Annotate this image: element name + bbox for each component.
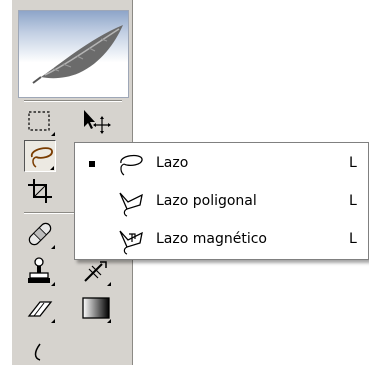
menu-item-magnetic-lasso[interactable]: Lazo magnético L	[75, 221, 367, 259]
lasso-tool[interactable]	[24, 140, 56, 172]
menu-item-label: Lazo poligonal	[156, 193, 257, 209]
menu-item-label: Lazo magnético	[156, 231, 267, 247]
move-tool[interactable]	[80, 105, 112, 137]
submenu-indicator	[107, 319, 111, 323]
move-icon	[84, 110, 111, 134]
polygonal-lasso-icon	[119, 192, 143, 217]
healing-brush-tool[interactable]	[24, 218, 56, 250]
feather-logo	[32, 25, 123, 84]
crop-icon	[28, 179, 52, 203]
lasso-tool-flyout-menu: Lazo L Lazo poligonal L Lazo magnético L	[74, 142, 369, 260]
gradient-tool[interactable]	[80, 292, 112, 324]
eraser-tool[interactable]	[24, 292, 56, 324]
submenu-indicator	[51, 282, 55, 286]
menu-item-shortcut: L	[349, 231, 357, 247]
magnetic-lasso-icon	[119, 230, 143, 255]
current-tool-bullet	[89, 161, 95, 167]
toolbox-separator	[24, 100, 122, 102]
submenu-indicator	[51, 132, 55, 136]
blur-icon	[34, 343, 41, 361]
menu-item-polygonal-lasso[interactable]: Lazo poligonal L	[75, 183, 367, 221]
menu-item-label: Lazo	[156, 155, 189, 171]
blur-tool[interactable]	[24, 338, 56, 370]
menu-item-lasso[interactable]: Lazo L	[75, 145, 367, 183]
submenu-indicator	[107, 282, 111, 286]
tools-panel-header[interactable]	[18, 10, 129, 98]
submenu-indicator	[51, 245, 55, 249]
submenu-indicator	[50, 166, 54, 170]
clone-stamp-tool[interactable]	[24, 255, 56, 287]
submenu-indicator	[51, 319, 55, 323]
lasso-icon	[120, 154, 143, 176]
menu-item-shortcut: L	[349, 193, 357, 209]
crop-tool[interactable]	[24, 175, 56, 207]
rectangular-marquee-tool[interactable]	[24, 105, 56, 137]
menu-item-shortcut: L	[349, 155, 357, 171]
